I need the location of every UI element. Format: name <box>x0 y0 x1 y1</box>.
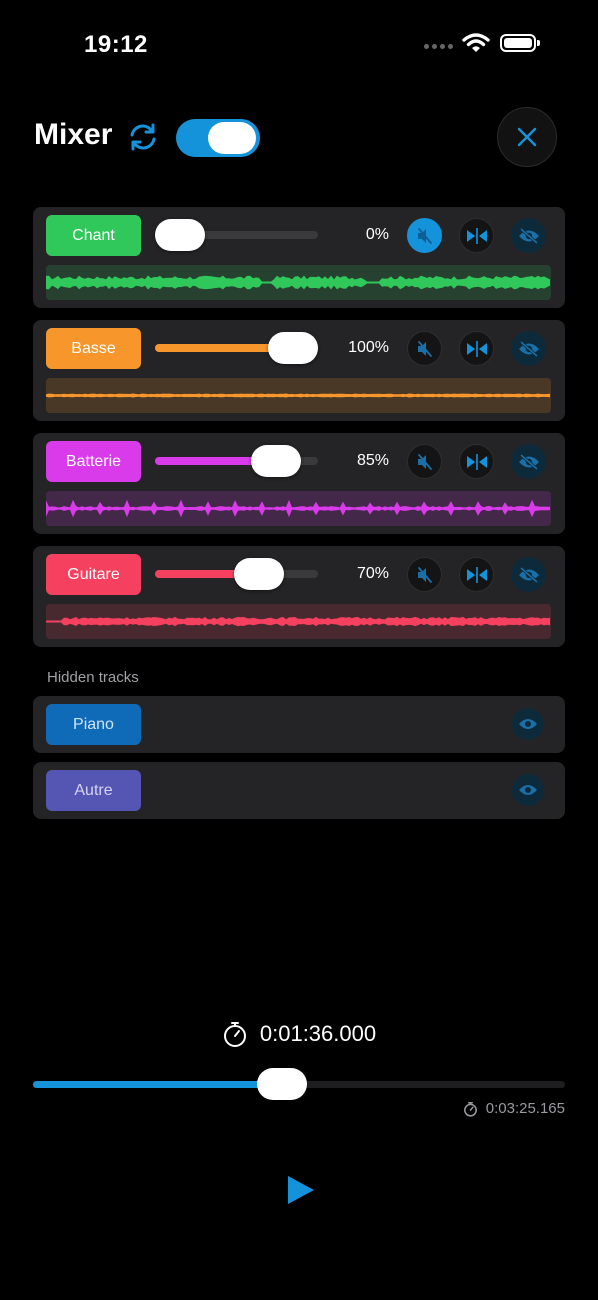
wifi-icon <box>462 33 490 52</box>
solo-icon <box>466 227 487 244</box>
track-row-basse: Basse 100% <box>33 320 565 421</box>
track-name: Batterie <box>65 452 122 470</box>
duration-text: 0:03:25.165 <box>485 1100 565 1117</box>
mute-button[interactable] <box>407 218 442 253</box>
waveform <box>46 378 551 413</box>
speaker-muted-icon <box>417 340 432 357</box>
volume-thumb[interactable] <box>234 558 285 590</box>
solo-button[interactable] <box>459 218 494 253</box>
stopwatch-icon <box>223 1022 246 1047</box>
current-position: 0:01:36.000 <box>259 1021 377 1046</box>
track-name: Basse <box>71 339 116 357</box>
track-name: Guitare <box>67 565 120 583</box>
sync-icon[interactable] <box>126 120 160 154</box>
toggle-knob <box>208 122 256 154</box>
volume-percent: 100% <box>348 339 389 356</box>
show-track-button[interactable] <box>512 774 544 806</box>
mixer-toggle[interactable] <box>176 119 260 157</box>
volume-percent: 85% <box>356 452 389 469</box>
hidden-tracks-heading: Hidden tracks <box>47 669 139 686</box>
volume-thumb[interactable] <box>155 219 205 251</box>
play-button[interactable] <box>286 1174 316 1206</box>
track-name-tag[interactable]: Batterie <box>46 441 141 482</box>
solo-icon <box>466 566 487 583</box>
waveform <box>46 491 551 526</box>
volume-slider[interactable] <box>155 219 318 251</box>
track-row-chant: Chant 0% <box>33 207 565 308</box>
hide-track-button[interactable] <box>511 557 546 592</box>
close-button[interactable] <box>497 107 557 167</box>
seek-progress <box>33 1081 282 1088</box>
solo-button[interactable] <box>459 444 494 479</box>
hide-track-button[interactable] <box>511 444 546 479</box>
solo-icon <box>466 340 487 357</box>
close-icon <box>517 127 537 147</box>
play-icon <box>288 1176 314 1204</box>
playback-timer: 0:01:36.000 <box>0 1020 598 1048</box>
volume-slider[interactable] <box>155 332 318 364</box>
mute-button[interactable] <box>407 331 442 366</box>
eye-slash-icon <box>518 340 539 357</box>
track-name-tag[interactable]: Guitare <box>46 554 141 595</box>
stopwatch-icon <box>463 1101 477 1117</box>
speaker-muted-icon <box>417 566 432 583</box>
track-row-guitare: Guitare 70% <box>33 546 565 647</box>
waveform <box>46 265 551 300</box>
waveform <box>46 604 551 639</box>
solo-button[interactable] <box>459 331 494 366</box>
volume-slider[interactable] <box>155 445 318 477</box>
eye-icon <box>519 719 537 729</box>
track-name-tag[interactable]: Chant <box>46 215 141 256</box>
hide-track-button[interactable] <box>511 331 546 366</box>
mute-button[interactable] <box>407 444 442 479</box>
speaker-muted-icon <box>417 453 432 470</box>
solo-button[interactable] <box>459 557 494 592</box>
hidden-track-tag[interactable]: Autre <box>46 770 141 811</box>
total-duration: 0:03:25.165 <box>463 1100 565 1117</box>
volume-slider[interactable] <box>155 558 318 590</box>
volume-thumb[interactable] <box>268 332 318 364</box>
eye-slash-icon <box>518 227 539 244</box>
track-name-tag[interactable]: Basse <box>46 328 141 369</box>
hidden-track-row: Autre <box>33 762 565 819</box>
eye-slash-icon <box>518 453 539 470</box>
hide-track-button[interactable] <box>511 218 546 253</box>
eye-slash-icon <box>518 566 539 583</box>
eye-icon <box>519 785 537 795</box>
status-bar: 19:12 <box>0 0 598 90</box>
volume-percent: 0% <box>365 226 389 243</box>
mute-button[interactable] <box>407 557 442 592</box>
speaker-muted-icon <box>417 227 432 244</box>
solo-icon <box>466 453 487 470</box>
track-row-batterie: Batterie 85% <box>33 433 565 534</box>
seek-thumb[interactable] <box>256 1068 307 1100</box>
battery-icon <box>500 34 540 52</box>
page-title: Mixer <box>34 118 113 151</box>
show-track-button[interactable] <box>512 708 544 740</box>
hidden-track-tag[interactable]: Piano <box>46 704 141 745</box>
track-name: Chant <box>72 226 115 244</box>
volume-thumb[interactable] <box>251 445 302 477</box>
volume-percent: 70% <box>356 565 389 582</box>
seek-bar[interactable] <box>33 1068 565 1100</box>
status-time: 19:12 <box>84 31 148 58</box>
hidden-track-row: Piano <box>33 696 565 753</box>
cellular-signal-icon <box>424 44 456 52</box>
